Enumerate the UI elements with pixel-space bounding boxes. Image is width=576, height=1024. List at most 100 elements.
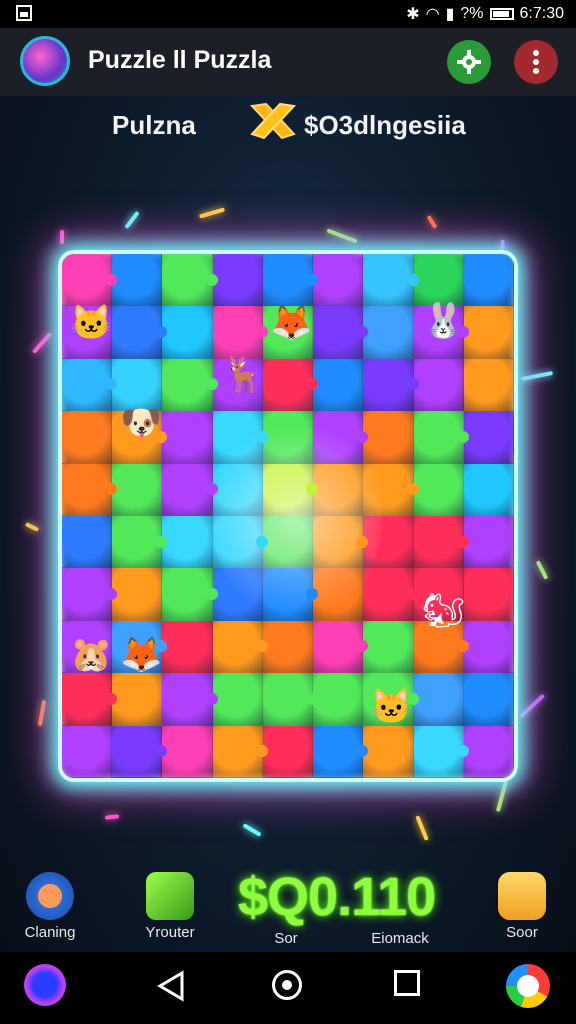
back-button[interactable] (156, 970, 186, 1002)
puzzle-piece[interactable] (262, 358, 319, 412)
puzzle-piece[interactable] (162, 411, 213, 464)
puzzle-piece[interactable] (162, 306, 213, 359)
puzzle-piece[interactable] (112, 463, 163, 516)
puzzle-piece[interactable] (413, 516, 469, 569)
puzzle-grid[interactable] (62, 254, 514, 778)
puzzle-piece[interactable] (262, 411, 314, 464)
puzzle-piece[interactable] (262, 725, 314, 778)
puzzle-piece[interactable] (112, 358, 163, 412)
puzzle-piece[interactable] (313, 620, 369, 674)
puzzle-piece[interactable] (162, 725, 213, 778)
puzzle-piece[interactable] (212, 620, 268, 674)
puzzle-piece[interactable] (413, 411, 469, 464)
browser-icon[interactable] (506, 964, 550, 1008)
puzzle-piece[interactable] (363, 568, 419, 621)
app-logo-icon[interactable] (20, 36, 70, 86)
puzzle-piece[interactable] (313, 306, 369, 359)
puzzle-piece[interactable] (112, 620, 168, 674)
puzzle-piece[interactable] (162, 516, 213, 569)
puzzle-piece[interactable] (162, 568, 218, 621)
puzzle-piece[interactable] (112, 516, 168, 569)
puzzle-piece[interactable] (363, 463, 419, 516)
puzzle-piece[interactable] (112, 254, 163, 307)
puzzle-piece[interactable] (112, 568, 163, 621)
puzzle-piece[interactable] (463, 620, 514, 674)
puzzle-piece[interactable] (463, 725, 514, 778)
puzzle-piece[interactable] (363, 620, 414, 674)
puzzle-piece[interactable] (363, 516, 414, 569)
recents-button[interactable] (394, 970, 420, 996)
puzzle-piece[interactable] (112, 673, 163, 726)
puzzle-piece[interactable] (62, 463, 118, 516)
puzzle-piece[interactable] (413, 358, 464, 412)
puzzle-piece[interactable] (62, 725, 113, 778)
puzzle-piece[interactable] (62, 516, 113, 569)
puzzle-piece[interactable] (112, 411, 168, 464)
puzzle-piece[interactable] (212, 411, 268, 464)
puzzle-piece[interactable] (162, 673, 218, 726)
puzzle-piece[interactable] (363, 358, 419, 412)
puzzle-piece[interactable] (413, 254, 464, 307)
puzzle-piece[interactable] (162, 358, 218, 412)
puzzle-piece[interactable] (212, 358, 263, 412)
puzzle-piece[interactable] (313, 254, 364, 307)
puzzle-piece[interactable] (212, 463, 263, 516)
puzzle-piece[interactable] (62, 254, 118, 307)
puzzle-piece[interactable] (413, 725, 469, 778)
puzzle-piece[interactable] (62, 673, 118, 726)
puzzle-piece[interactable] (363, 254, 419, 307)
home-button[interactable] (272, 970, 302, 1000)
puzzle-piece[interactable] (463, 673, 514, 726)
puzzle-piece[interactable] (413, 306, 469, 359)
puzzle-piece[interactable] (313, 568, 364, 621)
puzzle-piece[interactable] (413, 568, 464, 621)
soor-button[interactable]: Soor (472, 860, 572, 941)
puzzle-piece[interactable] (212, 725, 268, 778)
puzzle-piece[interactable] (463, 254, 514, 307)
puzzle-piece[interactable] (162, 463, 218, 516)
claning-button[interactable]: Claning (0, 860, 100, 941)
puzzle-piece[interactable] (262, 463, 319, 516)
puzzle-piece[interactable] (62, 568, 118, 621)
puzzle-piece[interactable] (212, 568, 263, 621)
puzzle-piece[interactable] (262, 620, 314, 674)
app-shortcut-icon[interactable] (24, 964, 66, 1006)
puzzle-piece[interactable] (212, 254, 263, 307)
puzzle-piece[interactable] (262, 254, 319, 307)
puzzle-piece[interactable] (463, 411, 514, 464)
puzzle-piece[interactable] (62, 620, 113, 674)
puzzle-piece[interactable] (413, 463, 464, 516)
puzzle-piece[interactable] (162, 620, 213, 674)
settings-button[interactable] (447, 40, 491, 84)
puzzle-piece[interactable] (363, 411, 414, 464)
puzzle-piece[interactable] (313, 673, 364, 726)
puzzle-piece[interactable] (463, 463, 514, 516)
puzzle-piece[interactable] (363, 725, 414, 778)
puzzle-piece[interactable] (112, 306, 168, 359)
puzzle-piece[interactable] (112, 725, 168, 778)
puzzle-piece[interactable] (413, 620, 469, 674)
puzzle-piece[interactable] (262, 673, 319, 726)
puzzle-piece[interactable] (212, 516, 268, 569)
puzzle-board[interactable]: 🐱 🦊 🐰 🐶 🦌 🐿 🦊 🐱 🐹 (58, 250, 518, 782)
puzzle-piece[interactable] (363, 306, 414, 359)
puzzle-piece[interactable] (62, 411, 113, 464)
puzzle-piece[interactable] (62, 358, 118, 412)
more-menu-button[interactable] (514, 40, 558, 84)
puzzle-piece[interactable] (62, 306, 113, 359)
puzzle-piece[interactable] (262, 568, 319, 621)
puzzle-piece[interactable] (463, 568, 514, 621)
puzzle-piece[interactable] (463, 358, 514, 412)
puzzle-piece[interactable] (413, 673, 464, 726)
puzzle-piece[interactable] (212, 673, 263, 726)
puzzle-piece[interactable] (313, 411, 369, 464)
puzzle-piece[interactable] (313, 358, 364, 412)
puzzle-piece[interactable] (212, 306, 268, 359)
puzzle-piece[interactable] (262, 516, 314, 569)
puzzle-piece[interactable] (463, 306, 514, 359)
yrouter-button[interactable]: Yrouter (120, 860, 220, 941)
puzzle-piece[interactable] (313, 725, 369, 778)
puzzle-piece[interactable] (463, 516, 514, 569)
puzzle-piece[interactable] (313, 516, 369, 569)
puzzle-piece[interactable] (313, 463, 364, 516)
